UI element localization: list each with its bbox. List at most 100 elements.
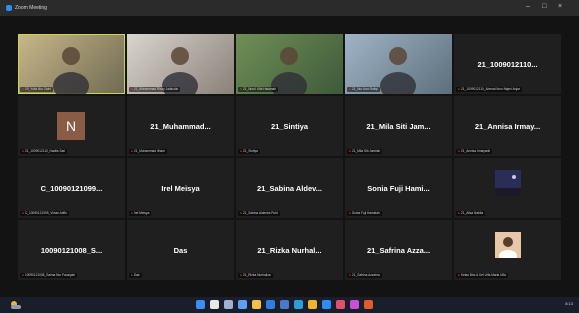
muted-mic-icon: ● [131, 211, 133, 215]
system-tray[interactable]: 8:13 [565, 301, 573, 306]
weather-icon[interactable] [8, 299, 28, 311]
participant-photo-icon [495, 170, 521, 196]
participant-tile[interactable]: ●21_Muhammad Risky Jalaludin [127, 34, 234, 94]
participant-tile[interactable]: 21_1009012110... ●21_1009012110_Ahmad Ibn… [454, 34, 561, 94]
participant-display-name: 10090121008_S... [40, 246, 103, 255]
photos-icon[interactable] [336, 300, 345, 309]
participant-photo-icon [495, 232, 521, 258]
participant-display-name: 21_Safrina Azza... [366, 246, 431, 255]
participant-name-label: ●21_Rizka Nurhaliza [238, 273, 273, 278]
participant-name-label: ●21_Nurul Ulfa Hasanah [238, 87, 279, 92]
participant-label-text: 21_Muhammad Ilham [133, 149, 165, 153]
participant-tile[interactable]: ●21_Nur Ana Rafiqi [345, 34, 452, 94]
participant-name-label: ●21_1009012110_Nadila Sari [20, 149, 68, 154]
participant-label-text: 21_Muhammad Risky Jalaludin [133, 87, 179, 91]
muted-mic-icon: ● [131, 87, 133, 91]
muted-mic-icon: ● [240, 211, 242, 215]
participant-tile[interactable]: 21_Sabina Aldev... ●21_Sabina Aldevira Pu… [236, 158, 343, 218]
participant-display-name: 21_Sintiya [270, 122, 309, 131]
participant-display-name: Irel Meisya [161, 184, 200, 193]
window-title: Zoom Meeting [15, 5, 47, 11]
muted-mic-icon: ● [240, 273, 242, 277]
participant-label-text: 21_Nur Ana Rafiqi [351, 87, 378, 91]
participant-initial-avatar: N [57, 112, 85, 140]
participant-tile[interactable]: ●19_Yulia Nur Zaini [18, 34, 125, 94]
clock-time: 8:13 [565, 301, 573, 306]
participant-gallery: ●19_Yulia Nur Zaini ●21_Muhammad Risky Ja… [18, 34, 564, 280]
participant-name-label: ●10090121008_Salma Nur Fauziyah [20, 273, 78, 278]
muted-mic-icon: ● [458, 87, 460, 91]
participant-tile[interactable]: 21_Sintiya ●21_Sintiya [236, 96, 343, 156]
participant-tile[interactable]: Sonia Fuji Hami... ●Sonia Fuji Hamidah [345, 158, 452, 218]
participant-label-text: Das [133, 273, 140, 277]
participant-video-person [271, 47, 307, 94]
participant-label-text: 19_Yulia Nur Zaini [24, 87, 51, 91]
participant-name-label: ●21_Sabina Aldevira Putri [238, 211, 280, 216]
start-icon[interactable] [196, 300, 205, 309]
mail-icon[interactable] [266, 300, 275, 309]
task-view-icon[interactable] [224, 300, 233, 309]
participant-display-name: Sonia Fuji Hami... [367, 184, 430, 193]
participant-name-label: ●21_Alisa Nabila [456, 211, 486, 216]
widgets-icon[interactable] [238, 300, 247, 309]
muted-mic-icon: ● [240, 87, 242, 91]
participant-tile[interactable]: ●21_Nurul Ulfa Hasanah [236, 34, 343, 94]
participant-tile[interactable]: N ●21_1009012110_Nadila Sari [18, 96, 125, 156]
search-icon[interactable] [210, 300, 219, 309]
muted-mic-icon: ● [349, 149, 351, 153]
participant-label-text: 21_Annisa Irmayanti [460, 149, 490, 153]
file-explorer-icon[interactable] [252, 300, 261, 309]
chrome-icon[interactable] [308, 300, 317, 309]
participant-tile[interactable]: C_10090121099... ●C_10090121099_Vivian Ar… [18, 158, 125, 218]
windows-taskbar: 8:13 [0, 297, 579, 313]
muted-mic-icon: ● [349, 211, 351, 215]
participant-tile[interactable]: 21_Safrina Azza... ●21_Safrina Azzahra [345, 220, 452, 280]
participant-label-text: 21_Nurul Ulfa Hasanah [242, 87, 277, 91]
participant-tile[interactable]: 21_Muhammad... ●21_Muhammad Ilham [127, 96, 234, 156]
edge-icon[interactable] [294, 300, 303, 309]
store-icon[interactable] [280, 300, 289, 309]
participant-tile[interactable]: Das ●Das [127, 220, 234, 280]
participant-label-text: 21_Safrina Azzahra [351, 273, 380, 277]
muted-mic-icon: ● [22, 149, 24, 153]
participant-name-label: ●21_Annisa Irmayanti [456, 149, 492, 154]
zoom-icon[interactable] [322, 300, 331, 309]
participant-label-text: 21_Sintiya [242, 149, 258, 153]
muted-mic-icon: ● [349, 273, 351, 277]
participant-tile[interactable]: 21_Rizka Nurhal... ●21_Rizka Nurhaliza [236, 220, 343, 280]
participant-name-label: ●19_Yulia Nur Zaini [20, 87, 53, 92]
app-icon[interactable] [350, 300, 359, 309]
minimize-button[interactable]: – [526, 3, 530, 10]
participant-name-label: ●Sonia Fuji Hamidah [347, 211, 382, 216]
participant-display-name: 21_Mila Siti Jam... [366, 122, 431, 131]
maximize-button[interactable]: □ [542, 3, 546, 10]
zoom-app-icon [6, 5, 12, 11]
participant-video-person [53, 47, 89, 94]
muted-mic-icon: ● [458, 149, 460, 153]
participant-tile[interactable]: 21_Annisa Irmay... ●21_Annisa Irmayanti [454, 96, 561, 156]
participant-tile[interactable]: ●Kelas Bhs & Kel Ulfa Maria Ulfa [454, 220, 561, 280]
participant-label-text: 21_Mila Siti Jamilah [351, 149, 381, 153]
participant-tile[interactable]: 21_Mila Siti Jam... ●21_Mila Siti Jamilah [345, 96, 452, 156]
participant-label-text: 21_Sabina Aldevira Putri [242, 211, 278, 215]
participant-name-label: ●21_Nur Ana Rafiqi [347, 87, 380, 92]
participant-tile[interactable]: ●21_Alisa Nabila [454, 158, 561, 218]
participant-display-name: 21_Muhammad... [150, 122, 211, 131]
participant-display-name: 21_Sabina Aldev... [256, 184, 323, 193]
muted-mic-icon: ● [131, 273, 133, 277]
participant-name-label: ●21_Muhammad Ilham [129, 149, 167, 154]
office-icon[interactable] [364, 300, 373, 309]
participant-name-label: ●C_10090121099_Vivian Arifin [20, 211, 69, 216]
participant-display-name: 21_Annisa Irmay... [474, 122, 541, 131]
participant-label-text: 21_Rizka Nurhaliza [242, 273, 271, 277]
meeting-stage: ●19_Yulia Nur Zaini ●21_Muhammad Risky Ja… [0, 16, 579, 297]
participant-label-text: 21_Alisa Nabila [460, 211, 484, 215]
participant-display-name: 21_Rizka Nurhal... [257, 246, 322, 255]
participant-display-name: Das [173, 246, 188, 255]
close-button[interactable]: × [558, 3, 562, 10]
muted-mic-icon: ● [22, 211, 24, 215]
participant-tile[interactable]: Irel Meisya ●Irel Meisya [127, 158, 234, 218]
participant-tile[interactable]: 10090121008_S... ●10090121008_Salma Nur F… [18, 220, 125, 280]
window-titlebar: Zoom Meeting – □ × [0, 0, 579, 16]
participant-label-text: Irel Meisya [133, 211, 150, 215]
